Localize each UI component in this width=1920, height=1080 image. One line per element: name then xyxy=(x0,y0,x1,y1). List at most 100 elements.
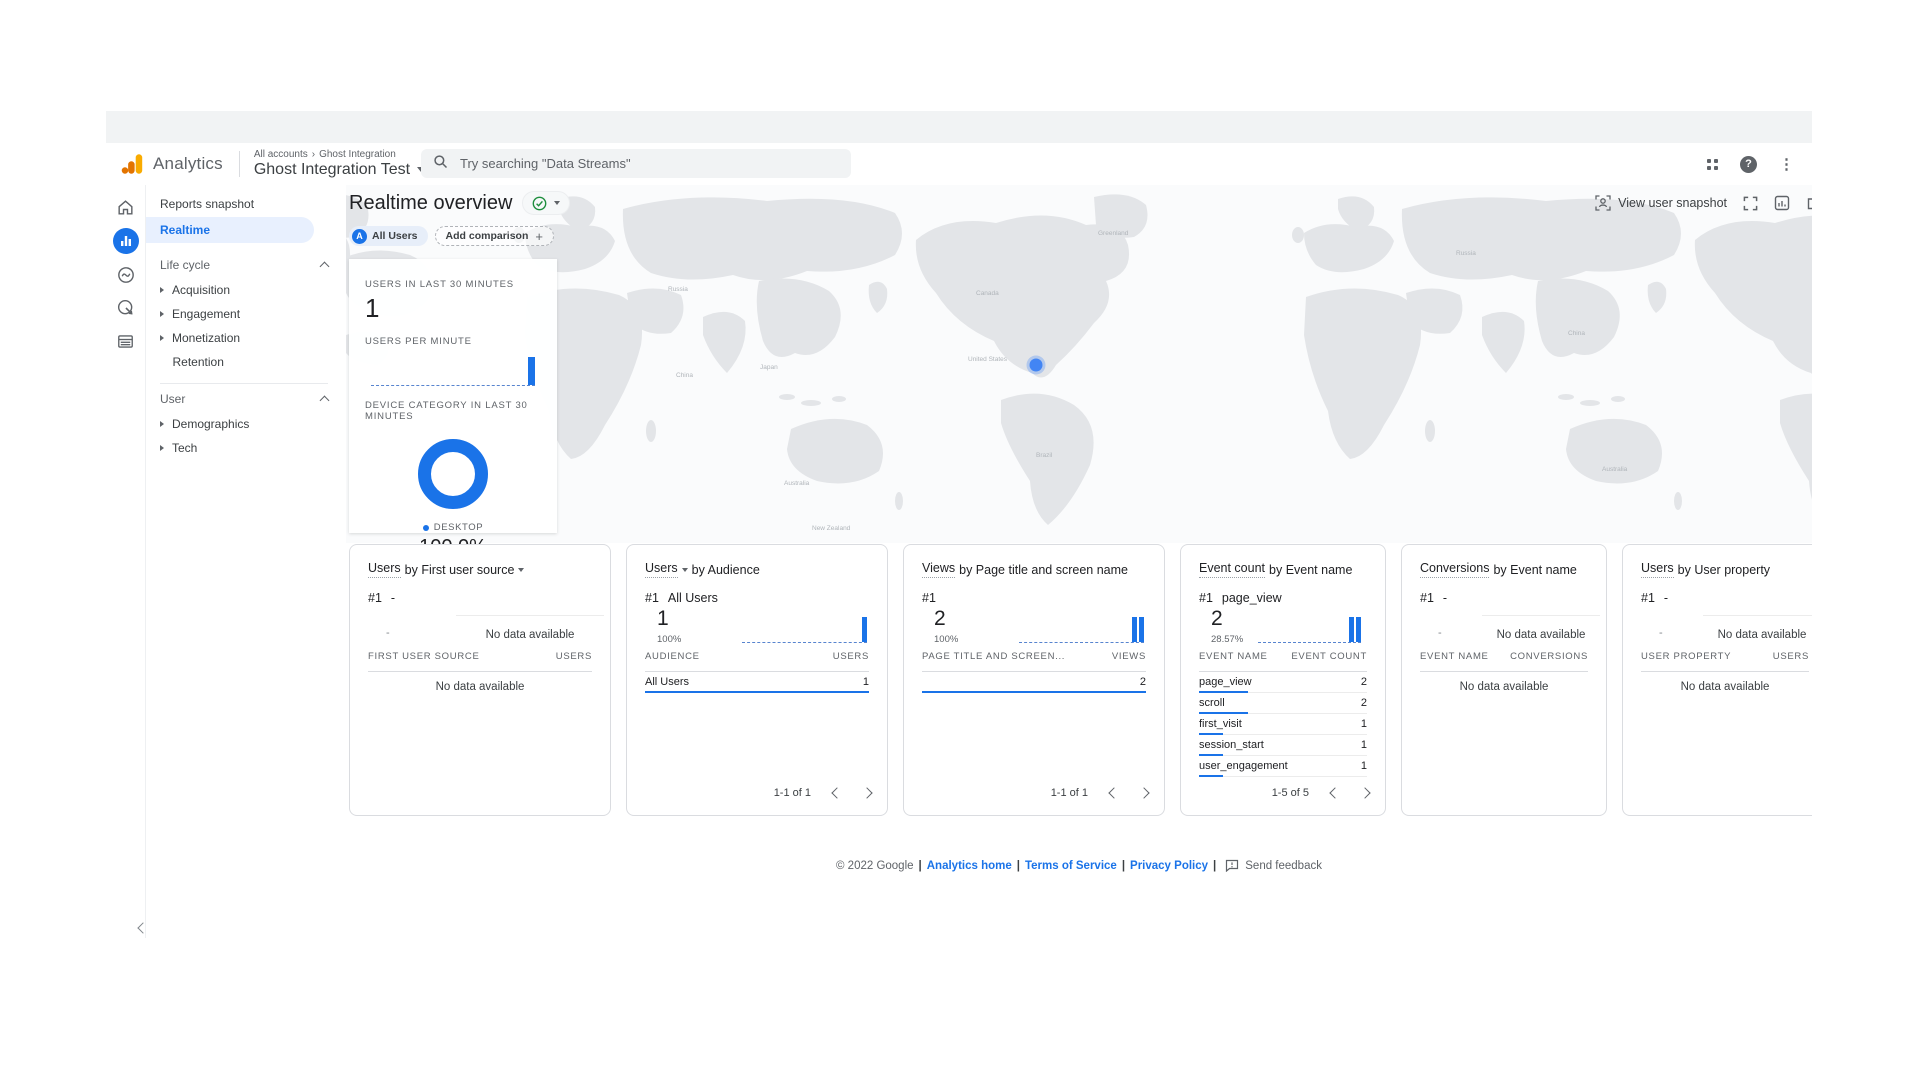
card-users-by-user-property: Users by User property #1 - - No data av… xyxy=(1622,544,1812,816)
page-footer: © 2022 Google | Analytics home | Terms o… xyxy=(346,859,1812,872)
map-label: Russia xyxy=(1456,250,1476,257)
next-page-icon[interactable] xyxy=(1359,787,1370,798)
card-dimension: by Page title and screen name xyxy=(959,563,1128,577)
table-header: EVENT NAME CONVERSIONS xyxy=(1420,651,1588,672)
chart-bar xyxy=(528,357,535,385)
sidebar-section-lifecycle[interactable]: Life cycle xyxy=(146,252,346,278)
add-comparison-button[interactable]: Add comparison + xyxy=(435,226,554,246)
privacy-policy-link[interactable]: Privacy Policy xyxy=(1130,860,1208,872)
prev-page-icon[interactable] xyxy=(1329,787,1340,798)
report-status-dropdown[interactable] xyxy=(522,191,570,215)
expand-arrow-icon[interactable] xyxy=(160,287,164,293)
comparison-chip-all-users[interactable]: A All Users xyxy=(349,226,428,246)
top-value: 2 xyxy=(934,607,946,631)
column-header-left: EVENT NAME xyxy=(1420,651,1489,671)
table-row: 2 xyxy=(922,672,1146,693)
page-title: Realtime overview xyxy=(349,192,512,215)
card-views-by-page-title: Views by Page title and screen name #1 2… xyxy=(903,544,1165,816)
apps-grid-icon[interactable] xyxy=(1707,159,1718,170)
chevron-down-icon xyxy=(682,568,688,572)
table-no-data: No data available xyxy=(1623,681,1812,693)
sidebar-item-retention[interactable]: Retention xyxy=(146,350,346,374)
table-rows: 2 xyxy=(922,672,1146,693)
expand-arrow-icon[interactable] xyxy=(160,311,164,317)
next-page-icon[interactable] xyxy=(1138,787,1149,798)
row-value: 1 xyxy=(863,676,869,688)
card-title-dropdown[interactable]: Users by Audience xyxy=(645,561,760,578)
table-no-data: No data available xyxy=(350,681,610,693)
expand-arrow-icon[interactable] xyxy=(160,445,164,451)
sidebar-item-demographics[interactable]: Demographics xyxy=(146,412,346,436)
device-name: DESKTOP xyxy=(434,522,483,533)
empty-value-dash: - xyxy=(386,627,390,639)
footer-separator: | xyxy=(1017,860,1020,872)
sidebar-item-label: Realtime xyxy=(160,223,210,237)
map-label: China xyxy=(1568,330,1585,337)
sidebar-item-realtime[interactable]: Realtime xyxy=(146,217,314,243)
chart-bars xyxy=(1130,617,1144,642)
card-title-dropdown[interactable]: Conversions by Event name xyxy=(1420,561,1577,578)
chart-bar xyxy=(862,617,867,642)
row-value: 1 xyxy=(1361,718,1367,730)
chart-no-data: No data available xyxy=(1703,615,1812,641)
row-name: page_view xyxy=(1199,676,1252,688)
configure-icon[interactable] xyxy=(114,329,138,353)
sidebar-item-acquisition[interactable]: Acquisition xyxy=(146,278,346,302)
row-value: 1 xyxy=(1361,760,1367,772)
search-input[interactable] xyxy=(458,155,839,172)
edit-report-icon[interactable] xyxy=(1774,195,1790,211)
card-title-dropdown[interactable]: Event count by Event name xyxy=(1199,561,1352,578)
overflow-menu-icon[interactable]: ⋮ xyxy=(1779,157,1794,172)
expand-arrow-icon[interactable] xyxy=(160,421,164,427)
help-icon[interactable]: ? xyxy=(1740,156,1757,173)
advertising-icon[interactable] xyxy=(114,296,138,320)
analytics-logo-icon[interactable] xyxy=(120,151,146,177)
prev-page-icon[interactable] xyxy=(831,787,842,798)
chart-baseline xyxy=(1258,642,1361,643)
share-report-icon[interactable] xyxy=(1806,195,1812,211)
explore-icon[interactable] xyxy=(114,263,138,287)
search-bar[interactable] xyxy=(421,149,851,178)
chevron-down-icon xyxy=(518,568,524,572)
sidebar-section-user[interactable]: User xyxy=(146,386,346,412)
sidebar-item-reports-snapshot[interactable]: Reports snapshot xyxy=(146,191,346,217)
reports-icon[interactable] xyxy=(113,228,139,254)
table-row: first_visit 1 xyxy=(1199,714,1367,735)
map-label: New Zealand xyxy=(812,525,851,532)
sidebar-item-tech[interactable]: Tech xyxy=(146,436,346,460)
analytics-home-link[interactable]: Analytics home xyxy=(927,860,1012,872)
sidebar-item-label: Monetization xyxy=(172,331,240,345)
fullscreen-icon[interactable] xyxy=(1743,196,1758,211)
chart-bars xyxy=(1347,617,1361,642)
send-feedback-button[interactable]: Send feedback xyxy=(1225,859,1322,872)
table-row: session_start 1 xyxy=(1199,735,1367,756)
sidebar-item-monetization[interactable]: Monetization xyxy=(146,326,346,350)
card-title-dropdown[interactable]: Views by Page title and screen name xyxy=(922,561,1128,578)
prev-page-icon[interactable] xyxy=(1108,787,1119,798)
table-rows: page_view 2 scroll 2 first_visit 1 xyxy=(1199,672,1367,777)
row-value: 1 xyxy=(1361,739,1367,751)
map-label: Australia xyxy=(1602,466,1628,473)
card-title-dropdown[interactable]: Users by User property xyxy=(1641,561,1770,578)
column-header-left: AUDIENCE xyxy=(645,651,700,671)
copyright-text: © 2022 Google xyxy=(836,860,914,872)
realtime-cards-row: Users by First user source #1 - - No dat… xyxy=(349,544,1812,816)
chart-bar xyxy=(1349,617,1354,642)
account-switcher[interactable]: All accounts › Ghost Integration Ghost I… xyxy=(254,149,425,179)
top-value: 2 xyxy=(1211,607,1223,631)
chart-no-data: No data available xyxy=(456,615,604,641)
users-30min-label: USERS IN LAST 30 MINUTES xyxy=(365,279,541,290)
card-dimension: by Audience xyxy=(692,563,760,577)
app-header: Analytics All accounts › Ghost Integrati… xyxy=(106,143,1812,185)
device-category-label: DEVICE CATEGORY IN LAST 30 MINUTES xyxy=(365,400,541,422)
column-header-left: PAGE TITLE AND SCREEN... xyxy=(922,651,1065,671)
next-page-icon[interactable] xyxy=(861,787,872,798)
card-title-dropdown[interactable]: Users by First user source xyxy=(368,561,524,578)
chart-bar xyxy=(1132,617,1137,642)
home-icon[interactable] xyxy=(114,195,138,219)
card-metric: Users xyxy=(368,561,401,578)
expand-arrow-icon[interactable] xyxy=(160,335,164,341)
terms-of-service-link[interactable]: Terms of Service xyxy=(1025,860,1117,872)
sidebar-item-engagement[interactable]: Engagement xyxy=(146,302,346,326)
view-user-snapshot-button[interactable]: View user snapshot xyxy=(1595,195,1727,211)
